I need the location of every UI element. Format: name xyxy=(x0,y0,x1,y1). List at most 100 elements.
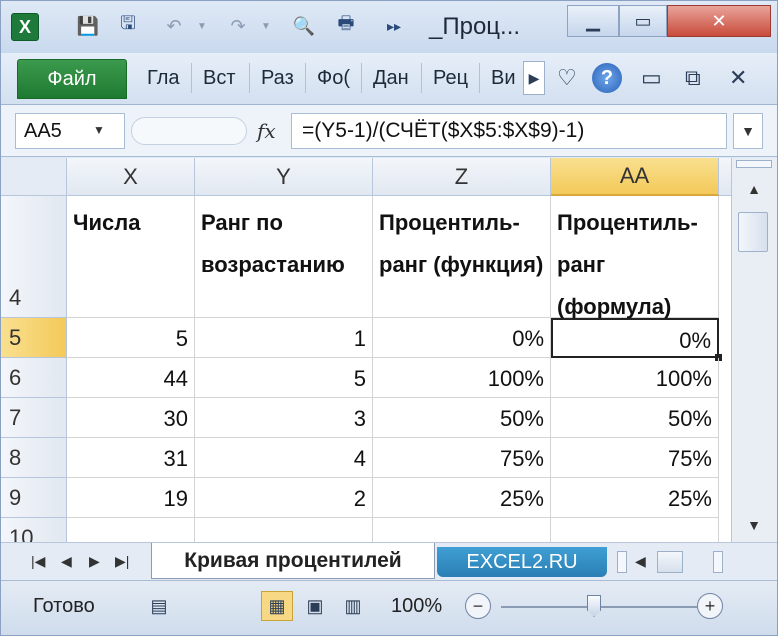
redo-icon[interactable]: ↷ xyxy=(223,11,253,41)
table-cell[interactable] xyxy=(67,518,195,542)
scroll-thumb[interactable] xyxy=(738,212,768,252)
restore-workbook-icon[interactable]: ⧉ xyxy=(685,65,701,91)
name-box-dropdown-icon[interactable]: ▼ xyxy=(93,123,105,137)
heart-icon[interactable]: ♡ xyxy=(557,65,577,91)
column-header-y[interactable]: Y xyxy=(195,158,373,196)
column-header-aa[interactable]: AA xyxy=(551,158,719,196)
insert-function-icon[interactable]: fx xyxy=(257,119,276,143)
scroll-up-icon[interactable]: ▲ xyxy=(736,178,772,200)
window-title: _Проц... xyxy=(429,13,521,40)
row-header-10[interactable]: 10 xyxy=(1,518,67,542)
first-sheet-icon[interactable]: |◀ xyxy=(31,553,45,570)
spreadsheet-grid: X Y Z AA 4 Числа Ранг по возрастанию Про… xyxy=(1,158,731,542)
column-header-x[interactable]: X xyxy=(67,158,195,196)
minimize-ribbon-icon[interactable]: ▭ xyxy=(641,65,662,91)
column-header-partial[interactable] xyxy=(719,158,731,196)
normal-view-icon[interactable]: ▦ xyxy=(261,591,293,621)
zoom-in-icon[interactable]: + xyxy=(697,593,723,619)
select-all-corner[interactable] xyxy=(1,158,67,196)
vertical-scrollbar[interactable]: ▲ ▼ xyxy=(731,158,777,542)
minimize-button[interactable]: ▁ xyxy=(567,5,619,37)
table-cell[interactable]: 100% xyxy=(551,358,719,398)
save-as-icon[interactable]: 🖫 xyxy=(113,11,143,41)
scroll-left-icon[interactable]: ◀ xyxy=(635,553,646,570)
table-cell[interactable]: 75% xyxy=(551,438,719,478)
table-cell[interactable]: 30 xyxy=(67,398,195,438)
tab-view[interactable]: Ви xyxy=(491,67,516,90)
column-header-z[interactable]: Z xyxy=(373,158,551,196)
table-cell[interactable]: 5 xyxy=(195,358,373,398)
tab-insert[interactable]: Вст xyxy=(203,67,236,90)
close-button[interactable]: ✕ xyxy=(667,5,771,37)
formula-bar-splitter[interactable] xyxy=(131,117,247,145)
table-cell[interactable]: 25% xyxy=(373,478,551,518)
zoom-slider-thumb[interactable] xyxy=(587,595,601,617)
tab-page-layout[interactable]: Раз xyxy=(261,67,294,90)
table-cell[interactable]: 50% xyxy=(551,398,719,438)
table-cell[interactable] xyxy=(195,518,373,542)
row-header-9[interactable]: 9 xyxy=(1,478,67,518)
macro-record-icon[interactable]: ▤ xyxy=(143,591,175,621)
row-header-5[interactable]: 5 xyxy=(1,318,67,358)
tab-split-box[interactable] xyxy=(617,551,627,573)
table-cell[interactable]: 31 xyxy=(67,438,195,478)
table-cell[interactable]: 2 xyxy=(195,478,373,518)
table-cell[interactable]: 0% xyxy=(373,318,551,358)
tab-review[interactable]: Рец xyxy=(433,67,468,90)
more-commands-icon[interactable]: ▸▸ xyxy=(379,11,409,41)
table-cell[interactable]: 25% xyxy=(551,478,719,518)
table-cell[interactable] xyxy=(373,518,551,542)
table-cell[interactable]: 100% xyxy=(373,358,551,398)
print-preview-icon[interactable]: 🔍 xyxy=(289,11,319,41)
next-sheet-icon[interactable]: ▶ xyxy=(89,553,100,570)
tab-data[interactable]: Дан xyxy=(373,67,409,90)
table-cell[interactable]: 19 xyxy=(67,478,195,518)
close-workbook-icon[interactable]: ✕ xyxy=(729,65,747,91)
table-cell[interactable]: 50% xyxy=(373,398,551,438)
sheet-tab-active[interactable]: Кривая процентилей xyxy=(151,543,435,579)
row-header-6[interactable]: 6 xyxy=(1,358,67,398)
horizontal-scroll-thumb[interactable] xyxy=(657,551,683,573)
sheet-tab-excel2ru[interactable]: EXCEL2.RU xyxy=(437,547,607,577)
save-icon[interactable]: 💾 xyxy=(73,11,103,41)
formula-input[interactable]: =(Y5-1)/(СЧЁТ($X$5:$X$9)-1) xyxy=(291,113,727,149)
redo-dropdown-icon[interactable]: ▼ xyxy=(251,11,281,41)
zoom-level[interactable]: 100% xyxy=(391,595,442,618)
table-cell[interactable]: 1 xyxy=(195,318,373,358)
table-cell[interactable]: 44 xyxy=(67,358,195,398)
active-cell[interactable]: 0% xyxy=(551,318,719,358)
restore-button[interactable]: ▭ xyxy=(619,5,667,37)
tab-home[interactable]: Гла xyxy=(147,67,180,90)
page-layout-view-icon[interactable]: ▣ xyxy=(299,591,331,621)
scroll-right-box[interactable] xyxy=(713,551,723,573)
file-tab[interactable]: Файл xyxy=(17,59,127,99)
table-header-cell[interactable]: Процентиль-ранг (функция) xyxy=(373,196,551,318)
ribbon-scroll-right-icon[interactable]: ▶ xyxy=(523,61,545,95)
table-cell[interactable]: 4 xyxy=(195,438,373,478)
row-header-8[interactable]: 8 xyxy=(1,438,67,478)
tab-formulas[interactable]: Фо( xyxy=(317,67,350,90)
print-icon[interactable]: 🖶 xyxy=(331,11,361,41)
table-cell[interactable]: 3 xyxy=(195,398,373,438)
excel-icon[interactable]: X xyxy=(11,13,39,41)
name-box[interactable]: AA5 xyxy=(15,113,125,149)
help-icon[interactable]: ? xyxy=(592,63,622,93)
undo-icon[interactable]: ↶ xyxy=(159,11,189,41)
table-cell[interactable] xyxy=(551,518,719,542)
table-header-cell[interactable]: Процентиль-ранг (формула) xyxy=(551,196,719,319)
table-header-cell[interactable]: Ранг по возрастанию xyxy=(195,196,373,318)
page-break-view-icon[interactable]: ▥ xyxy=(337,591,369,621)
undo-dropdown-icon[interactable]: ▼ xyxy=(187,11,217,41)
row-header-7[interactable]: 7 xyxy=(1,398,67,438)
zoom-out-icon[interactable]: − xyxy=(465,593,491,619)
expand-formula-icon[interactable]: ▼ xyxy=(733,113,763,149)
split-box[interactable] xyxy=(736,160,772,168)
horizontal-scrollbar[interactable]: ◀ xyxy=(617,549,727,575)
prev-sheet-icon[interactable]: ◀ xyxy=(61,553,72,570)
row-header-4[interactable]: 4 xyxy=(1,196,67,318)
table-cell[interactable]: 75% xyxy=(373,438,551,478)
table-header-cell[interactable]: Числа xyxy=(67,196,195,318)
table-cell[interactable]: 5 xyxy=(67,318,195,358)
last-sheet-icon[interactable]: ▶| xyxy=(115,553,129,570)
scroll-down-icon[interactable]: ▼ xyxy=(736,514,772,536)
